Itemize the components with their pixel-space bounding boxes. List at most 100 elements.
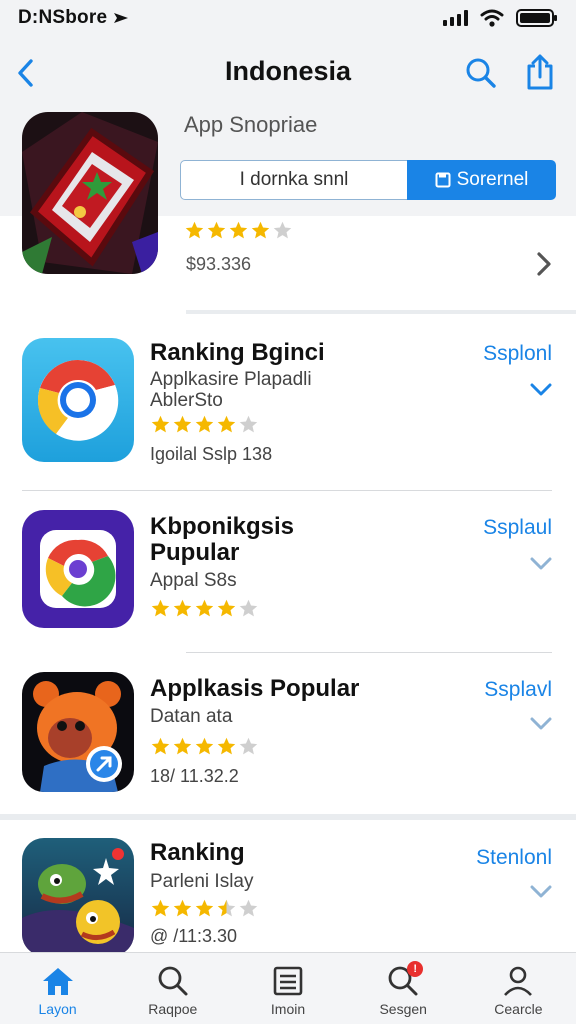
- star-empty-icon: [239, 899, 258, 916]
- app-title: Applkasis Popular: [150, 675, 360, 702]
- featured-app-artwork: [22, 112, 158, 274]
- star-filled-icon: [173, 599, 192, 616]
- carrier-text: D:NSbore: [18, 7, 108, 28]
- featured-action-label: Sorernel: [456, 169, 529, 190]
- star-filled-icon: [151, 899, 170, 916]
- app-title: Ranking: [150, 839, 245, 866]
- star-empty-icon: [239, 737, 258, 754]
- list-item: Ranking Bginci Applkasire Plapadli Abler…: [0, 330, 576, 490]
- featured-action-button[interactable]: Sorernel: [407, 160, 556, 200]
- browser-alt-app-artwork: [22, 510, 134, 628]
- app-title: Kbponikgsis Pupular: [150, 513, 295, 566]
- star-filled-icon: [173, 415, 192, 432]
- tab-home[interactable]: Layon: [0, 953, 115, 1024]
- person-icon: [504, 966, 533, 996]
- section-divider: [186, 310, 576, 314]
- featured-rating-stars: [184, 218, 293, 242]
- browser-app-artwork: [22, 338, 134, 462]
- row-divider: [186, 652, 552, 653]
- expand-button[interactable]: [528, 714, 554, 734]
- signal-icon: [443, 10, 468, 26]
- star-filled-icon: [207, 221, 226, 238]
- star-filled-icon: [217, 737, 236, 754]
- share-icon: [527, 54, 553, 90]
- app-meta: Igoilal Sslp 138: [150, 444, 273, 464]
- list-item: Kbponikgsis Pupular Appal S8s Ssplaul: [0, 500, 576, 650]
- tab-bar: Layon Raqpoe Imoin ! Sesgen Cearcle: [0, 952, 576, 1024]
- chevron-right-icon: [537, 252, 551, 276]
- app-meta: 18/ 11.32.2: [150, 766, 239, 786]
- star-filled-icon: [173, 737, 192, 754]
- save-icon: [435, 172, 451, 188]
- app-icon-3[interactable]: [22, 672, 134, 792]
- tab-label: Sesgen: [379, 1001, 427, 1017]
- featured-app-icon[interactable]: [22, 112, 158, 274]
- notification-badge: !: [407, 961, 424, 977]
- star-filled-icon: [151, 599, 170, 616]
- row-divider: [22, 490, 552, 491]
- app-rating-stars: [150, 412, 259, 436]
- list-item: Applkasis Popular Datan ata 18/ 11.32.2 …: [0, 662, 576, 812]
- star-filled-icon: [151, 415, 170, 432]
- app-rating-stars: [150, 596, 259, 620]
- star-filled-icon: [217, 599, 236, 616]
- tab-list[interactable]: Imoin: [230, 953, 345, 1024]
- star-filled-icon: [195, 599, 214, 616]
- star-filled-icon: [251, 221, 270, 238]
- app-title: Ranking Bginci: [150, 339, 325, 366]
- app-action-button[interactable]: Ssplaul: [483, 516, 552, 540]
- app-meta: @ /11:3.30: [150, 926, 237, 946]
- section-divider: [0, 814, 576, 820]
- app-subtitle: Datan ata: [150, 706, 233, 727]
- status-bar: D:NSbore: [0, 0, 576, 36]
- list-icon: [273, 966, 303, 996]
- nav-header: Indonesia: [0, 36, 576, 110]
- tab-label: Raqpoe: [148, 1001, 198, 1017]
- tab-label: Imoin: [270, 1001, 306, 1017]
- search-icon: [466, 58, 496, 88]
- tab-account[interactable]: Cearcle: [461, 953, 576, 1024]
- star-empty-icon: [239, 415, 258, 432]
- featured-chevron-button[interactable]: [532, 248, 556, 280]
- carrier-label: D:NSbore: [18, 7, 129, 29]
- app-action-button[interactable]: Ssplavl: [484, 678, 552, 702]
- app-subtitle: Applkasire Plapadli AblerSto: [150, 369, 312, 411]
- status-indicators: [443, 9, 557, 27]
- chevron-down-icon: [530, 717, 552, 730]
- star-filled-icon: [185, 221, 204, 238]
- chevron-down-icon: [530, 383, 552, 396]
- star-filled-icon: [195, 737, 214, 754]
- star-filled-icon: [195, 415, 214, 432]
- star-filled-icon: [229, 221, 248, 238]
- featured-subtitle: App Snopriae: [184, 112, 318, 137]
- list-item: Ranking Parleni Islay @ /11:3.30 Stenlon…: [0, 826, 576, 956]
- chevron-down-icon: [530, 885, 552, 898]
- app-rating-stars: [150, 734, 259, 758]
- app-subtitle: Appal S8s: [150, 570, 237, 591]
- app-subtitle: Parleni Islay: [150, 871, 254, 892]
- star-filled-icon: [151, 737, 170, 754]
- featured-search-field[interactable]: I dornka snnl: [180, 160, 408, 200]
- tab-label: Cearcle: [494, 1001, 543, 1017]
- creature-game-app-artwork: [22, 838, 134, 956]
- share-button[interactable]: [520, 50, 560, 94]
- tab-search[interactable]: Raqpoe: [115, 953, 230, 1024]
- home-icon: [42, 968, 73, 995]
- battery-icon: [516, 9, 557, 27]
- tab-search-updates[interactable]: ! Sesgen: [346, 953, 461, 1024]
- app-icon-2[interactable]: [22, 510, 134, 628]
- star-filled-icon: [217, 415, 236, 432]
- app-action-button[interactable]: Ssplonl: [483, 342, 552, 366]
- app-action-button[interactable]: Stenlonl: [476, 846, 552, 870]
- expand-button[interactable]: [528, 380, 554, 400]
- bear-character-app-artwork: [22, 672, 134, 792]
- search-button[interactable]: [462, 54, 500, 92]
- app-icon-1[interactable]: [22, 338, 134, 462]
- location-arrow-icon: [114, 13, 129, 23]
- star-filled-icon: [195, 899, 214, 916]
- expand-button[interactable]: [528, 554, 554, 574]
- expand-button[interactable]: [528, 882, 554, 902]
- app-icon-4[interactable]: [22, 838, 134, 956]
- chevron-down-icon: [530, 557, 552, 570]
- tab-label: Layon: [38, 1001, 77, 1017]
